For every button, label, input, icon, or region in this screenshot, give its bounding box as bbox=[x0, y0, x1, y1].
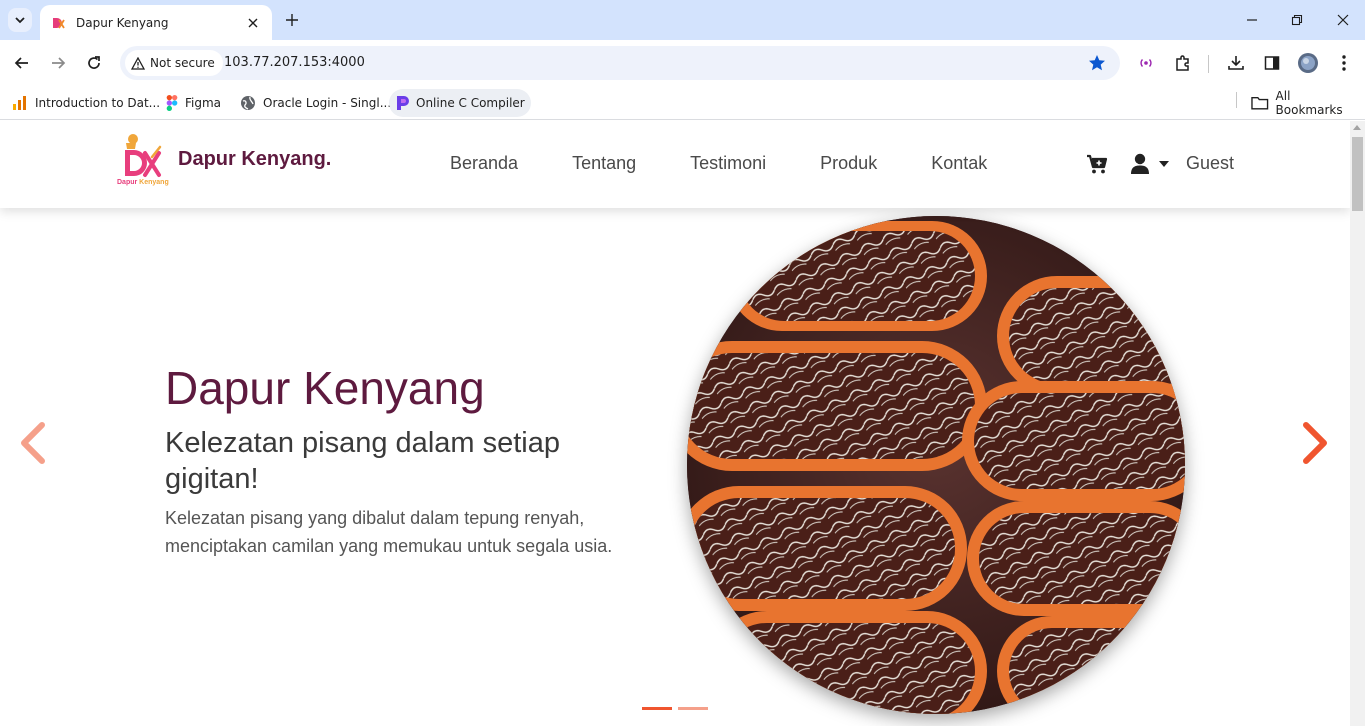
browser-tab[interactable]: Dapur Kenyang bbox=[40, 5, 272, 40]
reload-button[interactable] bbox=[82, 51, 106, 75]
folder-icon bbox=[1251, 96, 1269, 110]
bookmark-label: Figma bbox=[185, 96, 222, 110]
arrow-right-icon bbox=[52, 57, 66, 69]
security-chip[interactable]: Not secure bbox=[125, 50, 223, 76]
scroll-thumb[interactable] bbox=[1352, 137, 1363, 211]
forward-button[interactable] bbox=[46, 51, 70, 75]
scroll-up-arrow-icon[interactable] bbox=[1353, 125, 1361, 130]
close-icon bbox=[1337, 14, 1349, 26]
bookmarks-divider bbox=[1236, 92, 1237, 108]
all-bookmarks-button[interactable]: All Bookmarks bbox=[1245, 89, 1365, 117]
cart-icon[interactable] bbox=[1086, 153, 1108, 175]
nav-beranda[interactable]: Beranda bbox=[450, 153, 518, 174]
hero-product-image bbox=[687, 216, 1185, 714]
profile-avatar-icon bbox=[1298, 53, 1318, 73]
minimize-icon bbox=[1247, 19, 1257, 21]
toolbar-divider bbox=[1208, 55, 1209, 73]
chevron-down-icon bbox=[15, 17, 25, 24]
hero-title: Dapur Kenyang bbox=[165, 362, 485, 414]
close-tab-icon[interactable] bbox=[244, 14, 262, 32]
main-nav: Beranda Tentang Testimoni Produk Kontak bbox=[450, 153, 1041, 174]
user-dropdown-caret-icon[interactable] bbox=[1159, 161, 1169, 167]
analytics-icon bbox=[13, 96, 26, 110]
restore-button[interactable] bbox=[1285, 8, 1309, 32]
arrow-left-icon bbox=[14, 57, 28, 69]
side-panel-button[interactable] bbox=[1261, 52, 1283, 74]
all-bookmarks-label: All Bookmarks bbox=[1275, 89, 1343, 117]
site-navbar: Dapur Kenyang Dapur Kenyang. Beranda Ten… bbox=[0, 121, 1350, 208]
dapur-kenyang-favicon bbox=[53, 17, 65, 28]
carousel-next-icon[interactable] bbox=[1298, 419, 1334, 467]
minimize-button[interactable] bbox=[1240, 8, 1264, 32]
browser-toolbar: Not secure 103.77.207.153:4000 bbox=[0, 40, 1365, 86]
reload-icon bbox=[88, 56, 100, 69]
bookmark-star-icon[interactable] bbox=[1088, 54, 1106, 72]
hero-subtitle: Kelezatan pisang dalam setiap gigitan! bbox=[165, 427, 560, 495]
downloads-button[interactable] bbox=[1225, 52, 1247, 74]
plus-icon bbox=[286, 14, 298, 26]
bookmark-oracle[interactable]: Oracle Login - Singl... bbox=[234, 89, 397, 117]
compiler-icon bbox=[397, 96, 409, 110]
bookmark-label: Oracle Login - Singl... bbox=[263, 96, 392, 110]
bookmark-label: Online C Compiler bbox=[416, 96, 525, 110]
security-label: Not secure bbox=[150, 56, 215, 70]
url-text[interactable]: 103.77.207.153:4000 bbox=[224, 55, 365, 70]
bookmarks-bar: Introduction to Dat... Figma Oracle Logi… bbox=[0, 86, 1365, 120]
back-button[interactable] bbox=[10, 51, 34, 75]
page-viewport: Dapur Kenyang Dapur Kenyang. Beranda Ten… bbox=[0, 121, 1350, 726]
warning-icon bbox=[131, 56, 145, 70]
puzzle-icon bbox=[1176, 55, 1189, 71]
svg-text:Dapur Kenyang: Dapur Kenyang bbox=[117, 179, 169, 186]
download-icon bbox=[1228, 56, 1244, 70]
page-scrollbar[interactable] bbox=[1350, 121, 1365, 726]
extensions-button[interactable] bbox=[1172, 52, 1194, 74]
nav-tentang[interactable]: Tentang bbox=[572, 153, 636, 174]
broadcast-icon bbox=[1140, 59, 1152, 67]
cast-media-button[interactable] bbox=[1135, 52, 1157, 74]
nav-kontak[interactable]: Kontak bbox=[931, 153, 987, 174]
carousel-prev-icon[interactable] bbox=[14, 419, 50, 467]
browser-tabstrip: Dapur Kenyang bbox=[0, 0, 1365, 40]
carousel-indicator-1[interactable] bbox=[642, 707, 672, 710]
bookmark-figma[interactable]: Figma bbox=[160, 89, 227, 117]
close-window-button[interactable] bbox=[1331, 8, 1355, 32]
user-name[interactable]: Guest bbox=[1186, 153, 1234, 174]
figma-icon bbox=[166, 95, 178, 111]
bookmark-label: Introduction to Dat... bbox=[35, 96, 161, 110]
carousel-indicator-2[interactable] bbox=[678, 707, 708, 710]
menu-button[interactable] bbox=[1333, 52, 1355, 74]
globe-icon bbox=[241, 96, 255, 110]
new-tab-button[interactable] bbox=[282, 10, 302, 30]
nav-produk[interactable]: Produk bbox=[820, 153, 877, 174]
dapur-kenyang-logo[interactable]: Dapur Kenyang bbox=[115, 133, 173, 187]
brand-name[interactable]: Dapur Kenyang. bbox=[178, 148, 331, 171]
user-icon[interactable] bbox=[1130, 153, 1150, 175]
restore-icon bbox=[1291, 14, 1303, 26]
profile-button[interactable] bbox=[1297, 52, 1319, 74]
tab-title: Dapur Kenyang bbox=[76, 15, 169, 30]
bookmark-introduction[interactable]: Introduction to Dat... bbox=[6, 89, 166, 117]
nav-testimoni[interactable]: Testimoni bbox=[690, 153, 766, 174]
address-bar[interactable]: Not secure 103.77.207.153:4000 bbox=[120, 46, 1120, 80]
more-vertical-icon bbox=[1342, 55, 1346, 71]
tab-search-button[interactable] bbox=[8, 8, 32, 32]
bookmark-online-c-compiler[interactable]: Online C Compiler bbox=[389, 89, 531, 117]
side-panel-icon bbox=[1264, 56, 1280, 70]
hero-description: Kelezatan pisang yang dibalut dalam tepu… bbox=[165, 508, 613, 556]
